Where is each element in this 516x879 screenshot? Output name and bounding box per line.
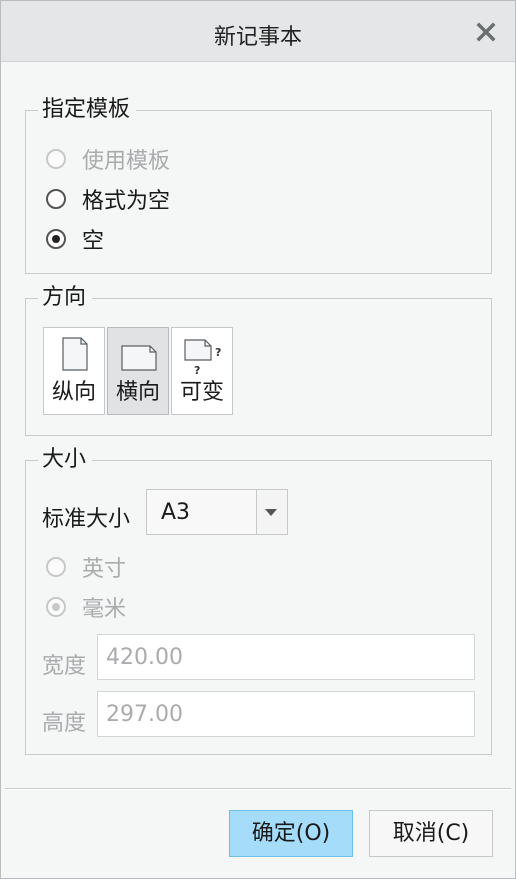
new-drawing-dialog: 新记事本 指定模板 使用模板 格式为空 空 方向 纵向 横向 ? ? 可变 大小…	[0, 0, 516, 879]
orientation-group-legend: 方向	[38, 285, 93, 311]
svg-text:?: ?	[215, 346, 221, 359]
variable-page-icon: ? ?	[172, 336, 232, 377]
radio-label: 英寸	[82, 557, 127, 582]
orientation-group: 方向 纵向 横向 ? ? 可变	[25, 285, 492, 436]
radio-label: 毫米	[82, 597, 127, 622]
landscape-button[interactable]: 横向	[107, 327, 169, 415]
radio-label: 空	[82, 229, 105, 254]
size-group: 大小 标准大小 A3 英寸 毫米 宽度 高度	[25, 447, 492, 755]
landscape-page-icon	[108, 336, 168, 372]
variable-label: 可变	[179, 380, 224, 405]
radio-empty[interactable]: 空	[46, 224, 104, 254]
portrait-label: 纵向	[51, 380, 96, 405]
standard-size-select[interactable]: A3	[146, 489, 288, 535]
landscape-label: 横向	[115, 380, 160, 405]
chevron-down-icon	[265, 509, 277, 516]
radio-button[interactable]	[46, 149, 66, 169]
dropdown-button[interactable]	[256, 490, 287, 534]
width-label: 宽度	[42, 654, 87, 679]
standard-size-label: 标准大小	[42, 507, 131, 532]
radio-use-template[interactable]: 使用模板	[46, 144, 170, 174]
height-field[interactable]	[97, 691, 475, 737]
radio-button[interactable]	[46, 229, 66, 249]
radio-inches[interactable]: 英寸	[46, 552, 126, 582]
portrait-page-icon	[44, 336, 104, 372]
height-label: 高度	[42, 711, 87, 736]
title-bar: 新记事本	[1, 1, 515, 62]
radio-button[interactable]	[46, 597, 66, 617]
template-group-legend: 指定模板	[38, 97, 137, 123]
size-group-legend: 大小	[38, 447, 93, 473]
template-group: 指定模板 使用模板 格式为空 空	[25, 97, 492, 274]
ok-button[interactable]: 确定(O)	[229, 810, 353, 857]
portrait-button[interactable]: 纵向	[43, 327, 105, 415]
divider	[5, 788, 511, 790]
radio-empty-with-format[interactable]: 格式为空	[46, 184, 170, 214]
width-field[interactable]	[97, 634, 475, 680]
radio-millimeters[interactable]: 毫米	[46, 592, 126, 622]
cancel-button[interactable]: 取消(C)	[369, 810, 493, 857]
radio-label: 使用模板	[82, 149, 171, 174]
variable-button[interactable]: ? ? 可变	[171, 327, 233, 415]
radio-button[interactable]	[46, 189, 66, 209]
standard-size-value: A3	[161, 500, 191, 525]
close-icon[interactable]	[475, 21, 497, 43]
dialog-title: 新记事本	[213, 25, 302, 50]
radio-button[interactable]	[46, 557, 66, 577]
orientation-buttons: 纵向 横向 ? ? 可变	[43, 327, 235, 415]
radio-label: 格式为空	[82, 189, 171, 214]
